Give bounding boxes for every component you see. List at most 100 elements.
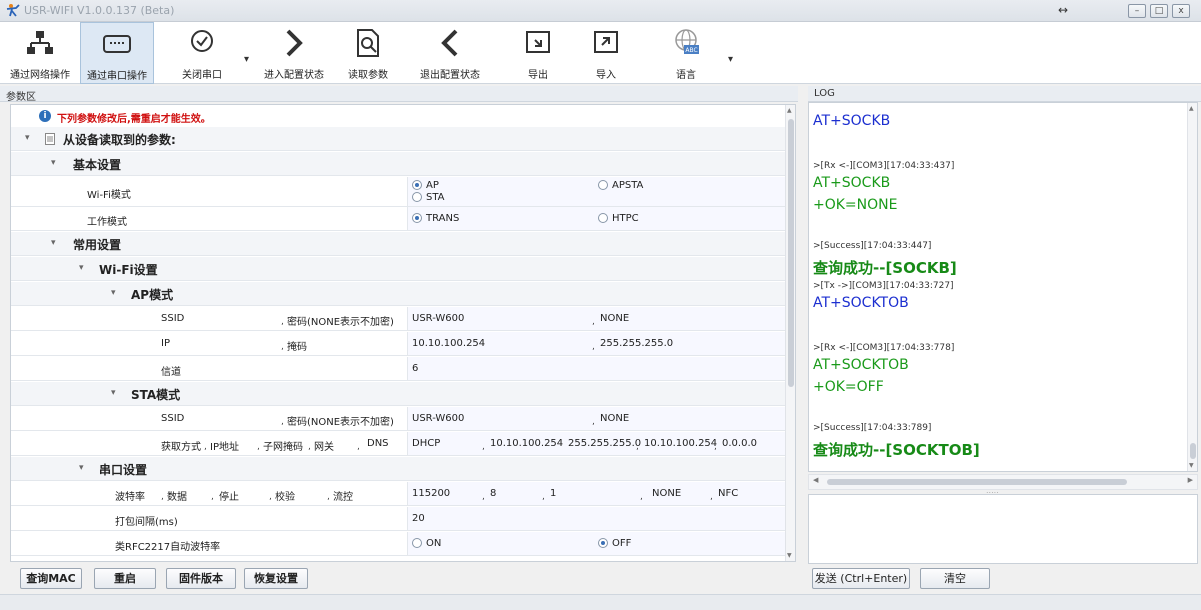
exit-config-label: 退出配置状态 [420,70,480,81]
log-scroll-down-icon[interactable]: ▼ [1189,462,1194,469]
log-scroll-thumb[interactable] [1190,443,1196,459]
sta-ssid-text: USR-W600 [412,413,465,424]
serial-operation-button[interactable]: 通过串口操作 [80,22,154,84]
chevron-left-icon [441,29,458,57]
import-label: 导入 [596,70,616,81]
query-mac-button[interactable]: 查询MAC [20,568,82,589]
log-view[interactable]: AT+SOCKB >[Rx <-][COM3][17:04:33:437] AT… [808,102,1198,472]
minimize-button[interactable]: – [1128,4,1146,18]
enter-config-label: 进入配置状态 [264,70,324,81]
wifi-ap-label: AP [426,180,439,191]
params-scroll-thumb[interactable] [788,119,794,387]
rfc-on-radio[interactable] [412,538,422,548]
restart-button[interactable]: 重启 [94,568,156,589]
basic-expander-icon[interactable]: ▾ [51,158,56,168]
ap-expander-icon[interactable]: ▾ [111,288,116,298]
serial-params-value[interactable]: 115200 , 8 , 1 , NONE , NFC [407,482,787,505]
sta-ssid-val-comma: , [592,417,595,427]
status-bar [0,594,1201,610]
ap-ip-label: IP [161,338,170,349]
sta-mode-category[interactable]: ▾ STA模式 [11,382,787,406]
sta-network-value[interactable]: DHCP , 10.10.100.254 255.255.255.0 , 10.… [407,432,787,455]
ap-mode-category[interactable]: ▾ AP模式 [11,282,787,306]
ap-channel-value[interactable]: 6 [407,357,787,380]
common-settings-category[interactable]: ▾ 常用设置 [11,232,787,256]
read-params-label: 读取参数 [348,70,388,81]
baud-text: 115200 [412,488,451,499]
ap-password-text: NONE [600,313,630,324]
log-hscrollbar[interactable]: ◀ ▶ [808,474,1198,490]
serial-comma-3: , [269,492,272,502]
read-document-icon [357,29,379,57]
sta-password-label: 密码(NONE表示不加密) [287,417,394,428]
log-scrollbar[interactable]: ▲ ▼ [1187,103,1197,471]
sta-comma-1: , [204,442,207,452]
serial-expander-icon[interactable]: ▾ [79,463,84,473]
params-scrollbar[interactable]: ▲ ▼ [785,105,795,561]
wifi-sta-radio[interactable] [412,192,422,202]
sta-ssid-value[interactable]: USR-W600 , NONE [407,407,787,430]
import-button[interactable]: 导入 [580,22,632,84]
scroll-right-icon[interactable]: ▶ [1188,476,1193,484]
basic-settings-category[interactable]: ▾ 基本设置 [11,152,787,176]
ap-password-label: 密码(NONE表示不加密) [287,317,394,328]
common-expander-icon[interactable]: ▾ [51,238,56,248]
rfc2217-row: 类RFC2217自动波特率 ON OFF [11,532,787,556]
restore-settings-button[interactable]: 恢复设置 [244,568,308,589]
sta-val-comma-3: , [714,442,717,452]
language-button[interactable]: ABC 语言 [660,22,712,84]
enter-config-button[interactable]: 进入配置状态 [256,22,332,84]
resize-arrows-icon[interactable]: ↔ [1058,3,1068,17]
network-operation-button[interactable]: 通过网络操作 [2,22,78,84]
root-category-label: 从设备读取到的参数: [63,133,176,147]
htpc-label: HTPC [612,213,639,224]
rfc2217-label: 类RFC2217自动波特率 [115,542,221,553]
log-hscroll-thumb[interactable] [827,479,1127,485]
htpc-radio[interactable] [598,213,608,223]
maximize-button[interactable]: □ [1150,4,1168,18]
restart-warning: i 下列参数修改后,需重启才能生效。 [11,105,787,127]
sta-ssid-comma: , [281,417,284,427]
sta-password-text: NONE [600,413,630,424]
serial-val-comma-2: , [542,492,545,502]
send-button[interactable]: 发送 (Ctrl+Enter) [812,568,910,589]
pack-interval-value[interactable]: 20 [407,507,787,530]
scroll-down-icon[interactable]: ▼ [787,552,792,559]
sta-expander-icon[interactable]: ▾ [111,388,116,398]
scroll-up-icon[interactable]: ▲ [787,107,792,114]
wifi-apsta-radio[interactable] [598,180,608,190]
serial-settings-category[interactable]: ▾ 串口设置 [11,457,787,481]
close-serial-button[interactable]: 关闭串口 [170,22,234,84]
scroll-left-icon[interactable]: ◀ [813,476,818,484]
read-params-button[interactable]: 读取参数 [340,22,396,84]
clear-button[interactable]: 清空 [920,568,990,589]
export-button[interactable]: 导出 [512,22,564,84]
toolbar: 通过网络操作 通过串口操作 关闭串口 ▾ 进入配置状态 读取参数 退出配置状态 … [0,22,1201,84]
work-mode-row: 工作模式 TRANS HTPC [11,207,787,231]
ap-ssid-value[interactable]: USR-W600 , NONE [407,307,787,330]
network-operation-label: 通过网络操作 [10,70,70,81]
root-category[interactable]: ▾ 从设备读取到的参数: [11,127,787,151]
log-scroll-up-icon[interactable]: ▲ [1189,105,1194,112]
wifi-expander-icon[interactable]: ▾ [79,263,84,273]
firmware-version-button[interactable]: 固件版本 [166,568,236,589]
language-dropdown-icon[interactable]: ▾ [728,54,733,65]
chevron-right-icon [286,29,303,57]
document-icon [45,133,55,145]
params-section-header: 参数区 [0,86,798,103]
serial-val-comma-3: , [640,492,643,502]
ap-ip-value[interactable]: 10.10.100.254 , 255.255.255.0 [407,332,787,355]
panel-splitter[interactable] [798,104,806,590]
log-line: AT+SOCKTOB [813,295,909,311]
flow-control-label: 流控 [333,492,353,503]
send-input[interactable] [808,494,1198,564]
wifi-settings-category[interactable]: ▾ Wi-Fi设置 [11,257,787,281]
exit-config-button[interactable]: 退出配置状态 [412,22,488,84]
trans-radio[interactable] [412,213,422,223]
title-bar: USR-WIFI V1.0.0.137 (Beta) ↔ – □ x [0,0,1201,22]
close-button[interactable]: x [1172,4,1190,18]
root-expander-icon[interactable]: ▾ [25,133,30,143]
rfc-off-radio[interactable] [598,538,608,548]
wifi-ap-radio[interactable] [412,180,422,190]
close-serial-dropdown-icon[interactable]: ▾ [244,54,249,65]
